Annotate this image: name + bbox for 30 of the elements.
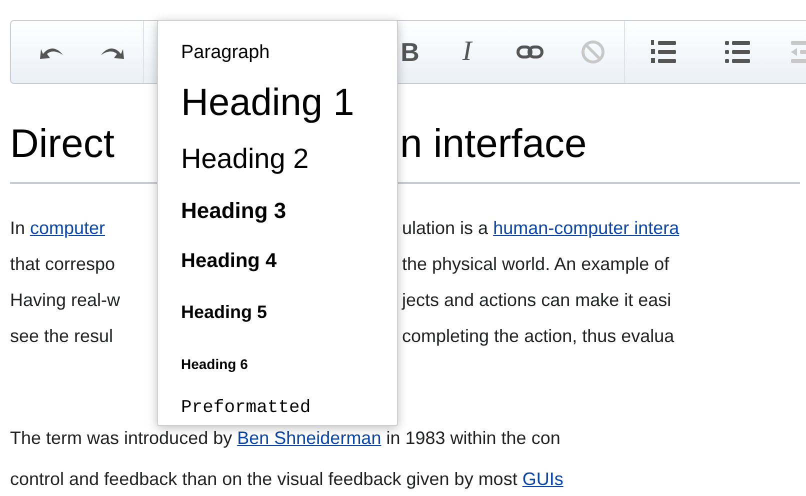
article-title: Direct [10, 121, 116, 168]
heading-option[interactable]: Heading 2 [181, 143, 309, 175]
paragraph-text: ulation is a human-computer intera [402, 217, 680, 240]
paragraph-text: see the resul [10, 325, 114, 348]
article-link[interactable]: Ben Shneiderman [237, 428, 382, 448]
paragraph-text: control and feedback than on the visual feedback given by most GUIs [10, 468, 564, 491]
heading-option[interactable]: Heading 1 [181, 82, 354, 124]
heading-option[interactable]: Heading 6 [181, 356, 248, 372]
article-link[interactable]: computer [30, 218, 106, 238]
paragraph-text: completing the action, thus evalua [402, 325, 674, 348]
heading-option[interactable]: Heading 4 [181, 250, 277, 272]
paragraph-text: jects and actions can make it easi [402, 289, 672, 312]
article-link[interactable]: human-computer intera [493, 218, 680, 238]
italic-button[interactable]: I [436, 30, 498, 74]
paragraph-text: that correspo [10, 253, 116, 276]
link-icon [516, 45, 544, 59]
prohibited-icon [581, 40, 605, 64]
paragraph-text: The term was introduced by Ben Shneiderman in 1983 within the con [10, 427, 560, 450]
article-link[interactable]: GUIs [522, 469, 564, 489]
paragraph-text: In computer [10, 217, 106, 240]
bold-button[interactable]: B [384, 30, 436, 74]
paragraph-text: the physical world. An example of [402, 253, 670, 276]
article-title: n interface [400, 121, 587, 168]
paragraph-option[interactable]: Paragraph [181, 42, 270, 64]
heading-option[interactable]: Heading 3 [181, 198, 286, 224]
numbered-list-icon [650, 39, 676, 65]
preformatted-option[interactable]: Preformatted [181, 398, 311, 418]
heading-option[interactable]: Heading 5 [181, 302, 268, 322]
paragraph-text: Having real-w [10, 289, 122, 312]
bulleted-list-icon [724, 39, 750, 65]
